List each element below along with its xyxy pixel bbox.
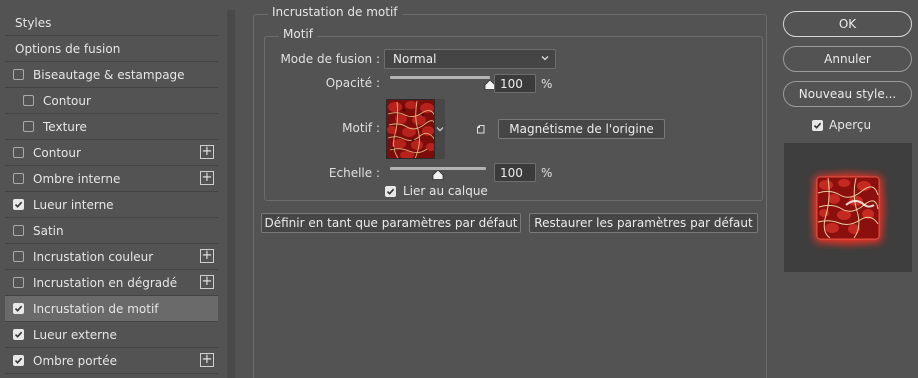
check-icon bbox=[813, 122, 822, 129]
opacity-slider-track[interactable] bbox=[390, 76, 490, 79]
new-style-button[interactable]: Nouveau style... bbox=[783, 81, 912, 107]
sidebar-item-label: Incrustation en dégradé bbox=[33, 275, 178, 290]
blend-mode-select[interactable]: Normal bbox=[384, 49, 556, 69]
sidebar-item[interactable]: Options de fusion bbox=[5, 36, 218, 62]
checkbox[interactable] bbox=[23, 95, 34, 106]
set-as-default-button[interactable]: Définir en tant que paramètres par défau… bbox=[261, 213, 521, 233]
plus-icon[interactable]: + bbox=[200, 171, 214, 185]
check-icon bbox=[14, 331, 23, 338]
sidebar-item-label: Contour bbox=[43, 93, 91, 108]
sidebar-item-label: Options de fusion bbox=[15, 41, 121, 56]
blend-mode-value: Normal bbox=[393, 52, 437, 66]
cancel-button[interactable]: Annuler bbox=[783, 46, 912, 72]
new-style-label: Nouveau style... bbox=[798, 87, 897, 101]
checkbox[interactable] bbox=[23, 121, 34, 132]
plus-icon[interactable]: + bbox=[200, 145, 214, 159]
sidebar-item-label: Incrustation couleur bbox=[33, 249, 154, 264]
scale-input[interactable]: 100 bbox=[494, 163, 536, 182]
blend-mode-label: Mode de fusion : bbox=[280, 52, 380, 66]
pattern-group-title: Motif bbox=[279, 27, 317, 41]
opacity-unit: % bbox=[541, 77, 553, 91]
styles-list-scrollbar[interactable] bbox=[227, 10, 235, 378]
reset-to-default-label: Restaurer les paramètres par défaut bbox=[534, 216, 753, 230]
opacity-value: 100 bbox=[500, 76, 523, 91]
sidebar-item[interactable]: Texture bbox=[5, 114, 218, 140]
sidebar-item[interactable]: Lueur interne bbox=[5, 192, 218, 218]
checkbox[interactable] bbox=[812, 119, 823, 131]
sidebar-item-label: Satin bbox=[33, 223, 64, 238]
scale-value: 100 bbox=[500, 165, 523, 180]
checkbox[interactable] bbox=[13, 69, 24, 80]
sidebar-item-label: Styles bbox=[15, 15, 52, 30]
scale-label: Echelle : bbox=[328, 166, 380, 180]
opacity-input[interactable]: 100 bbox=[494, 74, 536, 93]
checkbox[interactable] bbox=[13, 199, 24, 210]
sidebar-item[interactable]: Biseautage & estampage bbox=[5, 62, 218, 88]
pattern-swatch-dropdown[interactable] bbox=[435, 99, 445, 159]
new-preset-icon[interactable] bbox=[476, 124, 486, 134]
sidebar-item-label: Ombre portée bbox=[33, 353, 117, 368]
sidebar-item[interactable]: Ombre portée + bbox=[5, 348, 218, 374]
ok-label: OK bbox=[838, 17, 857, 31]
checkbox[interactable] bbox=[13, 147, 24, 158]
style-preview bbox=[784, 143, 912, 272]
checkbox[interactable] bbox=[13, 225, 24, 236]
link-with-layer-label: Lier au calque bbox=[403, 184, 488, 198]
chevron-down-icon bbox=[436, 127, 444, 132]
plus-icon[interactable]: + bbox=[200, 275, 214, 289]
reset-to-default-button[interactable]: Restaurer les paramètres par défaut bbox=[529, 213, 758, 233]
sidebar-item[interactable]: Ombre interne + bbox=[5, 166, 218, 192]
sidebar-item[interactable]: Incrustation en dégradé + bbox=[5, 270, 218, 296]
checkbox[interactable] bbox=[13, 173, 24, 184]
checkbox[interactable] bbox=[13, 251, 24, 262]
checkbox[interactable] bbox=[13, 303, 24, 314]
sidebar-item-label: Ombre interne bbox=[33, 171, 121, 186]
checkbox[interactable] bbox=[13, 329, 24, 340]
sidebar-item-label: Contour bbox=[33, 145, 81, 160]
sidebar-item-label: Incrustation de motif bbox=[33, 301, 159, 316]
snap-to-origin-label: Magnétisme de l'origine bbox=[509, 122, 654, 136]
sidebar-item[interactable]: Incrustation de motif bbox=[5, 296, 218, 322]
sidebar-item[interactable]: Lueur externe bbox=[5, 322, 218, 348]
check-icon bbox=[14, 201, 23, 208]
check-icon bbox=[14, 357, 23, 364]
styles-list: Styles Options de fusion Biseautage & esta… bbox=[5, 10, 218, 378]
sidebar-item-label: Biseautage & estampage bbox=[33, 67, 185, 82]
plus-icon[interactable]: + bbox=[200, 249, 214, 263]
sidebar-item[interactable]: Styles bbox=[5, 10, 218, 36]
cancel-label: Annuler bbox=[824, 52, 871, 66]
opacity-label: Opacité : bbox=[325, 76, 380, 90]
checkbox[interactable] bbox=[13, 277, 24, 288]
preview-checkbox[interactable]: Aperçu bbox=[812, 118, 871, 132]
styles-sidebar: Styles Options de fusion Biseautage & esta… bbox=[0, 0, 236, 378]
set-as-default-label: Définir en tant que paramètres par défau… bbox=[264, 216, 518, 230]
checkbox[interactable] bbox=[385, 185, 396, 197]
pattern-swatch[interactable] bbox=[386, 99, 435, 159]
check-icon bbox=[386, 188, 395, 195]
link-with-layer-checkbox[interactable]: Lier au calque bbox=[385, 184, 488, 198]
snap-to-origin-button[interactable]: Magnétisme de l'origine bbox=[498, 119, 665, 139]
pattern-thumbnail-image bbox=[387, 100, 434, 158]
sidebar-item-label: Lueur interne bbox=[33, 197, 114, 212]
scale-unit: % bbox=[541, 166, 553, 180]
ok-button[interactable]: OK bbox=[783, 11, 912, 37]
sidebar-item-label: Texture bbox=[43, 119, 87, 134]
sidebar-item[interactable]: Incrustation couleur + bbox=[5, 244, 218, 270]
sidebar-item[interactable]: Satin bbox=[5, 218, 218, 244]
check-icon bbox=[14, 305, 23, 312]
chevron-down-icon bbox=[541, 56, 549, 61]
sidebar-item[interactable]: Contour bbox=[5, 88, 218, 114]
plus-icon[interactable]: + bbox=[200, 353, 214, 367]
slider-thumb-icon[interactable] bbox=[432, 170, 444, 180]
preview-label: Aperçu bbox=[829, 118, 872, 132]
checkbox[interactable] bbox=[13, 355, 24, 366]
pattern-label: Motif : bbox=[342, 121, 380, 135]
style-preview-image bbox=[806, 167, 890, 251]
sidebar-item[interactable]: Contour + bbox=[5, 140, 218, 166]
sidebar-item-label: Lueur externe bbox=[33, 327, 117, 342]
pattern-overlay-title: Incrustation de motif bbox=[268, 5, 402, 19]
